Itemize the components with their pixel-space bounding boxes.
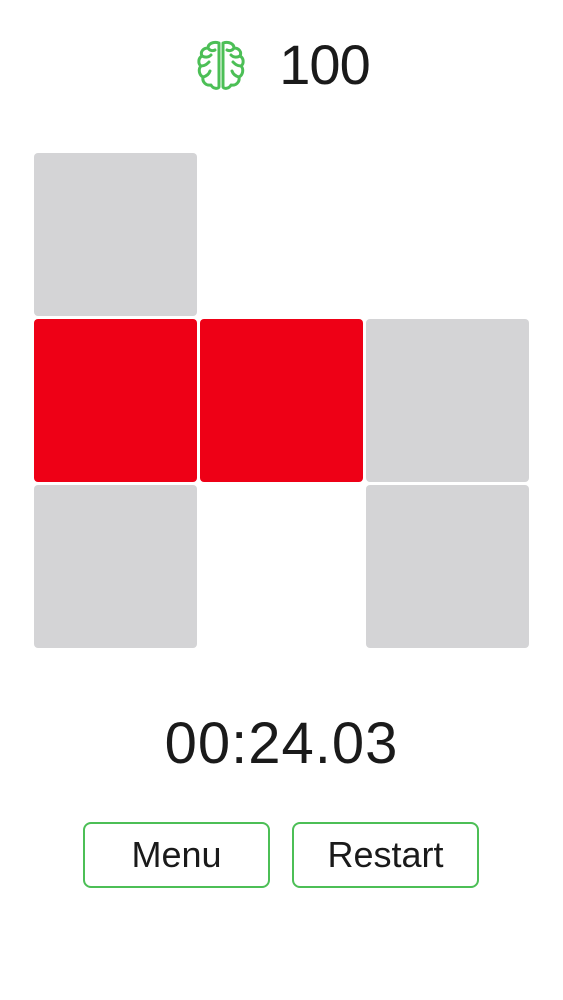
brain-icon [197, 40, 245, 90]
timer-display: 00:24.03 [164, 711, 399, 776]
board-tile-gray[interactable] [366, 319, 529, 482]
button-bar: Menu Restart [0, 822, 563, 888]
restart-button[interactable]: Restart [292, 822, 479, 888]
game-board [34, 153, 529, 648]
menu-button[interactable]: Menu [83, 822, 270, 888]
board-tile-red[interactable] [34, 319, 197, 482]
board-tile-gray[interactable] [34, 485, 197, 648]
score-value: 100 [279, 33, 370, 96]
board-tile-red[interactable] [200, 319, 363, 482]
score-header: 100 [0, 30, 563, 100]
board-tile-gray[interactable] [366, 485, 529, 648]
board-tile-gray[interactable] [34, 153, 197, 316]
